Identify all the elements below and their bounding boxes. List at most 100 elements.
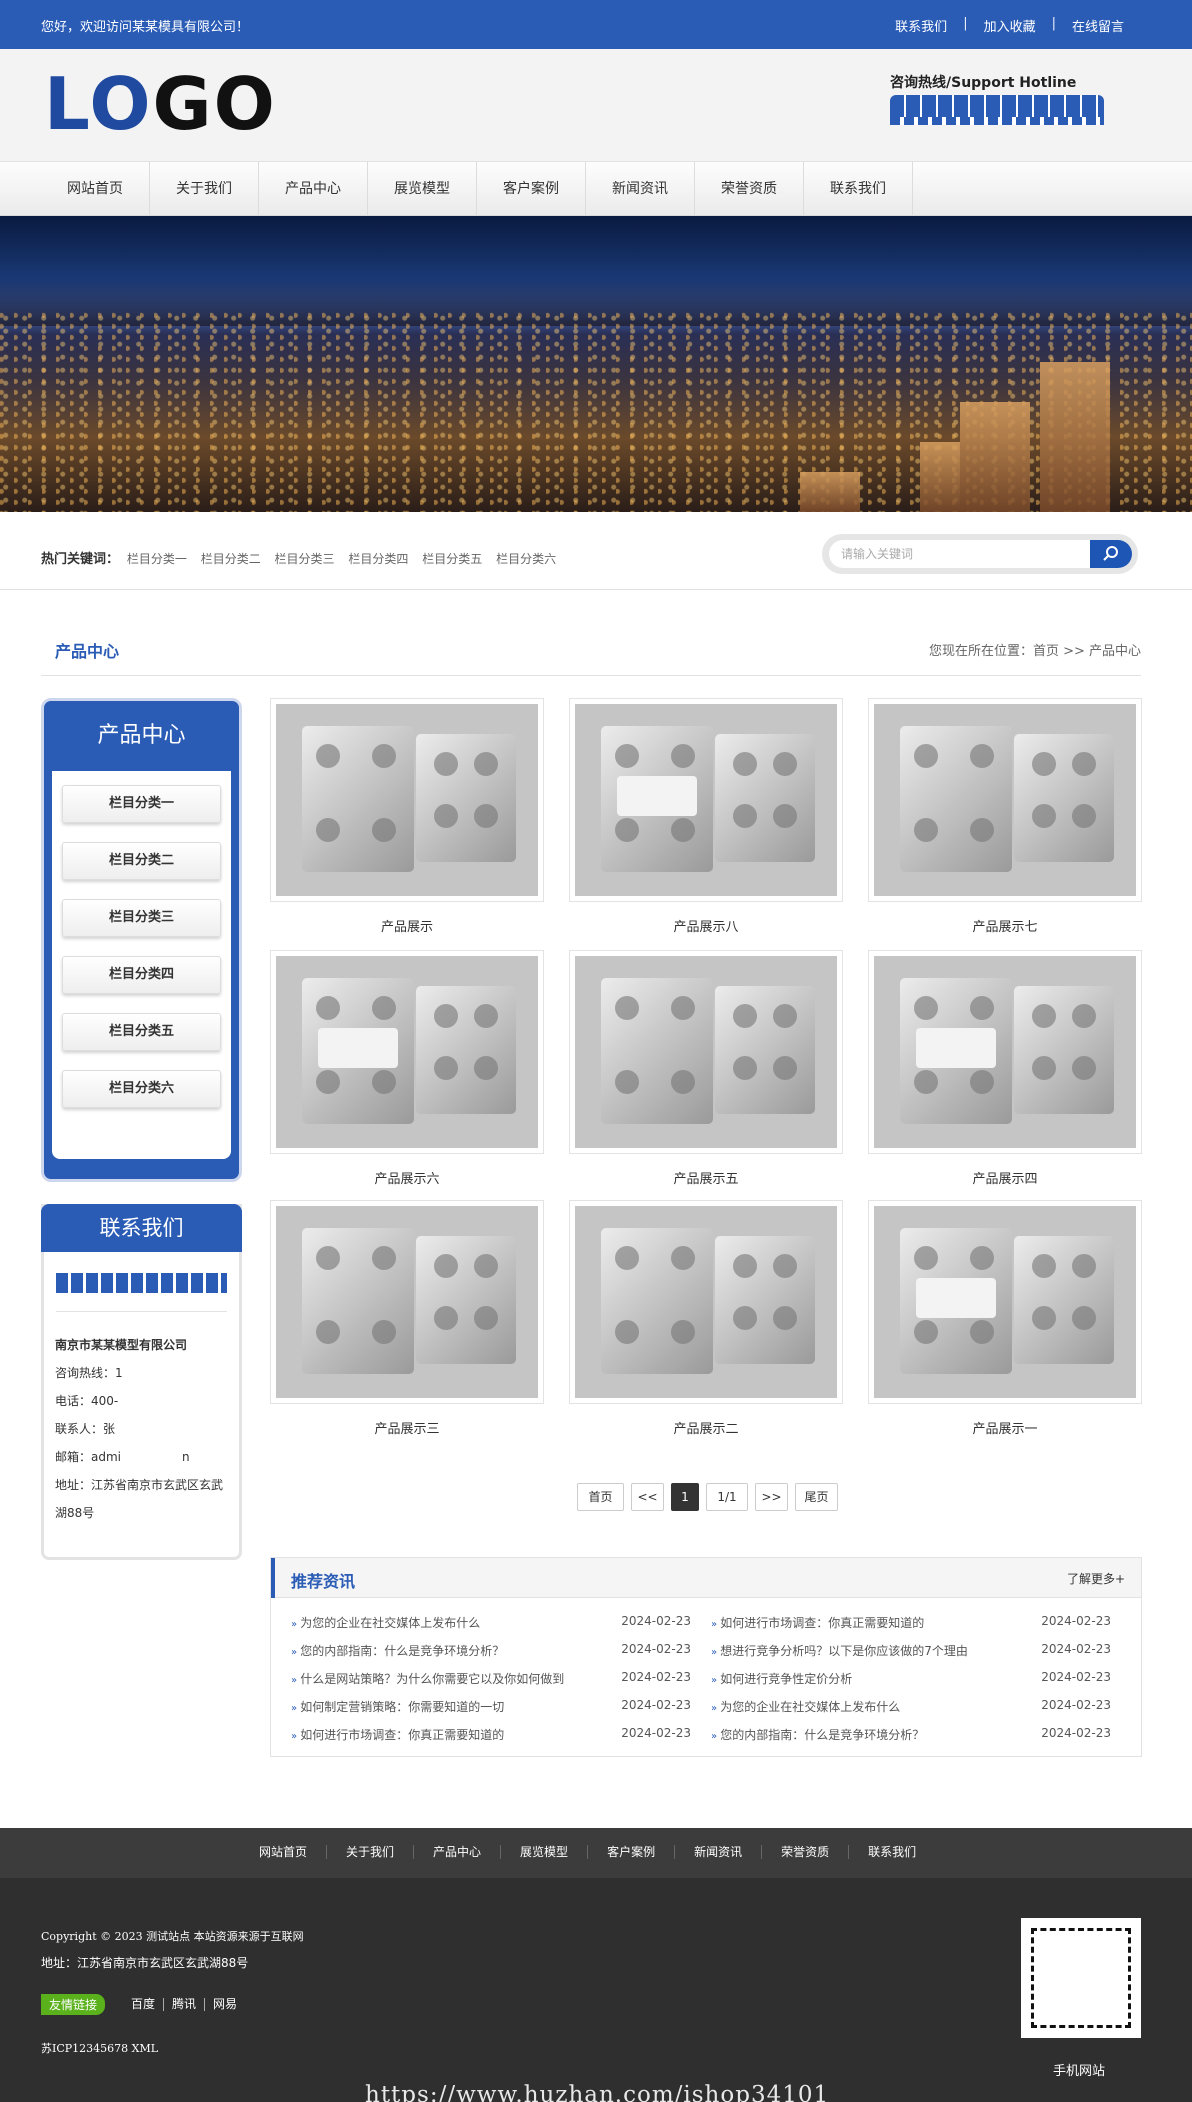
nav-item-cases[interactable]: 客户案例 xyxy=(477,162,586,216)
sidebar-item-category-2[interactable]: 栏目分类二 xyxy=(62,842,221,880)
nav-item-honors[interactable]: 荣誉资质 xyxy=(695,162,804,216)
product-card[interactable]: 产品展示七 xyxy=(868,698,1142,935)
product-image[interactable] xyxy=(868,1200,1142,1404)
banner-building xyxy=(800,472,860,512)
product-image[interactable] xyxy=(569,698,843,902)
pager-first[interactable]: 首页 xyxy=(577,1483,624,1511)
friend-link[interactable]: 百度 xyxy=(123,1998,165,2011)
nav-item-about[interactable]: 关于我们 xyxy=(150,162,259,216)
hot-keyword[interactable]: 栏目分类六 xyxy=(496,552,556,566)
news-item-title[interactable]: 如何进行市场调查：你真正需要知道的 xyxy=(291,1726,504,1743)
product-image[interactable] xyxy=(868,698,1142,902)
nav-item-home[interactable]: 网站首页 xyxy=(41,162,150,216)
hot-keyword[interactable]: 栏目分类二 xyxy=(201,552,261,566)
product-name[interactable]: 产品展示五 xyxy=(569,1168,843,1187)
product-card[interactable]: 产品展示 xyxy=(270,698,544,935)
sidebar-item-category-6[interactable]: 栏目分类六 xyxy=(62,1070,221,1108)
pager-total: 1/1 xyxy=(706,1483,748,1511)
top-link-message[interactable]: 在线留言 xyxy=(1056,16,1140,35)
hot-keyword[interactable]: 栏目分类一 xyxy=(127,552,187,566)
nav-item-exhibition[interactable]: 展览模型 xyxy=(368,162,477,216)
sidebar-contact: 联系我们 南京市某某模型有限公司 咨询热线：1 电话：400- 联系人：张 邮箱… xyxy=(41,1204,242,1560)
news-item-title[interactable]: 您的内部指南：什么是竞争环境分析？ xyxy=(711,1726,924,1743)
sidebar-item-category-5[interactable]: 栏目分类五 xyxy=(62,1013,221,1051)
news-item-title[interactable]: 如何进行市场调查：你真正需要知道的 xyxy=(711,1614,924,1631)
friend-link[interactable]: 网易 xyxy=(205,1998,245,2011)
footer-nav-exhibition[interactable]: 展览模型 xyxy=(501,1845,589,1859)
news-item-title[interactable]: 您的内部指南：什么是竞争环境分析？ xyxy=(291,1642,504,1659)
sidebar-item-category-1[interactable]: 栏目分类一 xyxy=(62,785,221,823)
news-item-title[interactable]: 如何制定营销策略：你需要知道的一切 xyxy=(291,1698,504,1715)
news-item[interactable]: 什么是网站策略？为什么你需要它以及你如何做到 2024-02-23 xyxy=(291,1670,691,1698)
news-item[interactable]: 为您的企业在社交媒体上发布什么 2024-02-23 xyxy=(711,1698,1111,1726)
news-item[interactable]: 想进行竞争分析吗？以下是你应该做的7个理由 2024-02-23 xyxy=(711,1642,1111,1670)
pager-last[interactable]: 尾页 xyxy=(795,1483,838,1511)
product-card[interactable]: 产品展示五 xyxy=(569,950,843,1187)
news-item[interactable]: 如何进行市场调查：你真正需要知道的 2024-02-23 xyxy=(291,1726,691,1754)
product-image[interactable] xyxy=(868,950,1142,1154)
product-image[interactable] xyxy=(270,698,544,902)
product-image[interactable] xyxy=(270,950,544,1154)
hot-keyword[interactable]: 栏目分类三 xyxy=(275,552,335,566)
breadcrumb-position[interactable]: 您现在所在位置：首页 >> 产品中心 xyxy=(929,640,1141,659)
nav-item-news[interactable]: 新闻资讯 xyxy=(586,162,695,216)
news-item-title[interactable]: 为您的企业在社交媒体上发布什么 xyxy=(711,1698,900,1715)
sidebar-product-center: 产品中心 栏目分类一 栏目分类二 栏目分类三 栏目分类四 栏目分类五 栏目分类六 xyxy=(41,698,242,1182)
hot-keyword[interactable]: 栏目分类五 xyxy=(422,552,482,566)
news-item[interactable]: 为您的企业在社交媒体上发布什么 2024-02-23 xyxy=(291,1614,691,1642)
search-button[interactable] xyxy=(1090,540,1132,568)
product-image[interactable] xyxy=(569,1200,843,1404)
top-link-contact[interactable]: 联系我们 xyxy=(879,16,963,35)
top-link-favorite[interactable]: 加入收藏 xyxy=(968,16,1052,35)
news-item[interactable]: 您的内部指南：什么是竞争环境分析？ 2024-02-23 xyxy=(711,1726,1111,1754)
news-item-title[interactable]: 如何进行竞争性定价分析 xyxy=(711,1670,852,1687)
news-item-date: 2024-02-23 xyxy=(1041,1726,1111,1740)
product-card[interactable]: 产品展示八 xyxy=(569,698,843,935)
contact-info: 南京市某某模型有限公司 咨询热线：1 电话：400- 联系人：张 邮箱：admi… xyxy=(55,1331,231,1527)
news-item-title[interactable]: 想进行竞争分析吗？以下是你应该做的7个理由 xyxy=(711,1642,968,1659)
product-card[interactable]: 产品展示四 xyxy=(868,950,1142,1187)
product-name[interactable]: 产品展示一 xyxy=(868,1418,1142,1437)
product-name[interactable]: 产品展示六 xyxy=(270,1168,544,1187)
pager-current[interactable]: 1 xyxy=(671,1483,699,1511)
product-image[interactable] xyxy=(270,1200,544,1404)
product-image[interactable] xyxy=(569,950,843,1154)
nav-item-contact[interactable]: 联系我们 xyxy=(804,162,913,216)
news-more-link[interactable]: 了解更多+ xyxy=(1067,1570,1125,1587)
news-item[interactable]: 如何进行市场调查：你真正需要知道的 2024-02-23 xyxy=(711,1614,1111,1642)
product-name[interactable]: 产品展示三 xyxy=(270,1418,544,1437)
product-name[interactable]: 产品展示二 xyxy=(569,1418,843,1437)
footer-nav-contact[interactable]: 联系我们 xyxy=(849,1845,935,1859)
hot-keyword[interactable]: 栏目分类四 xyxy=(348,552,408,566)
product-name[interactable]: 产品展示七 xyxy=(868,916,1142,935)
news-item[interactable]: 如何进行竞争性定价分析 2024-02-23 xyxy=(711,1670,1111,1698)
pager-next[interactable]: >> xyxy=(755,1483,788,1511)
product-card[interactable]: 产品展示二 xyxy=(569,1200,843,1437)
product-card[interactable]: 产品展示六 xyxy=(270,950,544,1187)
footer-nav-about[interactable]: 关于我们 xyxy=(327,1845,415,1859)
footer-nav-news[interactable]: 新闻资讯 xyxy=(675,1845,763,1859)
sidebar-item-category-4[interactable]: 栏目分类四 xyxy=(62,956,221,994)
search-input[interactable]: 请输入关键词 xyxy=(829,540,1094,568)
product-card[interactable]: 产品展示三 xyxy=(270,1200,544,1437)
sidebar-item-category-3[interactable]: 栏目分类三 xyxy=(62,899,221,937)
product-card[interactable]: 产品展示一 xyxy=(868,1200,1142,1437)
search-icon xyxy=(1103,546,1118,561)
news-item[interactable]: 您的内部指南：什么是竞争环境分析？ 2024-02-23 xyxy=(291,1642,691,1670)
nav-item-products[interactable]: 产品中心 xyxy=(259,162,368,216)
product-name[interactable]: 产品展示四 xyxy=(868,1168,1142,1187)
footer-nav-honors[interactable]: 荣誉资质 xyxy=(762,1845,850,1859)
footer-nav-products[interactable]: 产品中心 xyxy=(414,1845,502,1859)
friend-link[interactable]: 腾讯 xyxy=(164,1998,206,2011)
pager-prev[interactable]: << xyxy=(631,1483,664,1511)
product-name[interactable]: 产品展示八 xyxy=(569,916,843,935)
news-item-title[interactable]: 什么是网站策略？为什么你需要它以及你如何做到 xyxy=(291,1670,564,1687)
news-item[interactable]: 如何制定营销策略：你需要知道的一切 2024-02-23 xyxy=(291,1698,691,1726)
icp-number[interactable]: 苏ICP12345678 XML xyxy=(41,2040,158,2056)
news-item-date: 2024-02-23 xyxy=(1041,1670,1111,1684)
product-name[interactable]: 产品展示 xyxy=(270,916,544,935)
footer-nav-home[interactable]: 网站首页 xyxy=(240,1845,328,1859)
news-item-title[interactable]: 为您的企业在社交媒体上发布什么 xyxy=(291,1614,480,1631)
footer-nav-cases[interactable]: 客户案例 xyxy=(588,1845,676,1859)
logo[interactable]: LOGO xyxy=(44,68,277,140)
